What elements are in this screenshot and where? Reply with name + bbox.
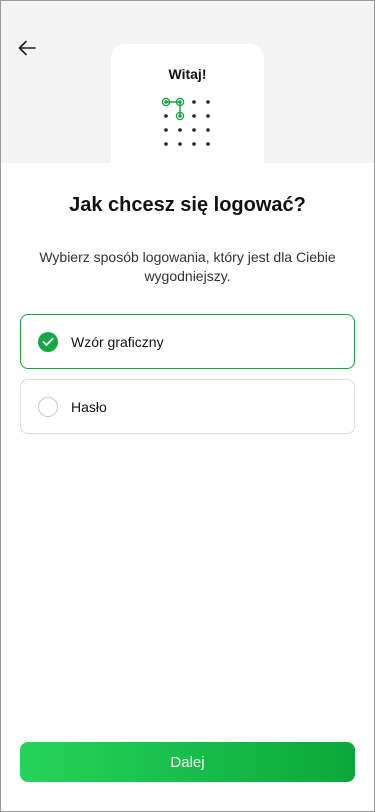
- illustration-area: Witaj!: [0, 0, 375, 163]
- checkmark-icon: [42, 337, 54, 346]
- page-subtitle: Wybierz sposób logowania, który jest dla…: [39, 249, 336, 284]
- back-button[interactable]: [14, 36, 40, 60]
- option-label: Hasło: [71, 398, 107, 415]
- radio-empty-icon[interactable]: [38, 396, 58, 417]
- next-button[interactable]: Dalej: [20, 742, 355, 782]
- radio-checked-icon[interactable]: [38, 331, 58, 352]
- option-label: Wzór graficzny: [71, 333, 164, 350]
- arrow-left-icon: [18, 40, 36, 56]
- greeting-text: Witaj!: [168, 66, 207, 82]
- phone-preview-card: Witaj!: [111, 44, 264, 163]
- option-pattern[interactable]: Wzór graficzny: [20, 314, 355, 369]
- page-title: Jak chcesz się logować?: [69, 194, 306, 216]
- pattern-grid-icon: [161, 97, 210, 146]
- option-password[interactable]: Hasło: [20, 379, 355, 434]
